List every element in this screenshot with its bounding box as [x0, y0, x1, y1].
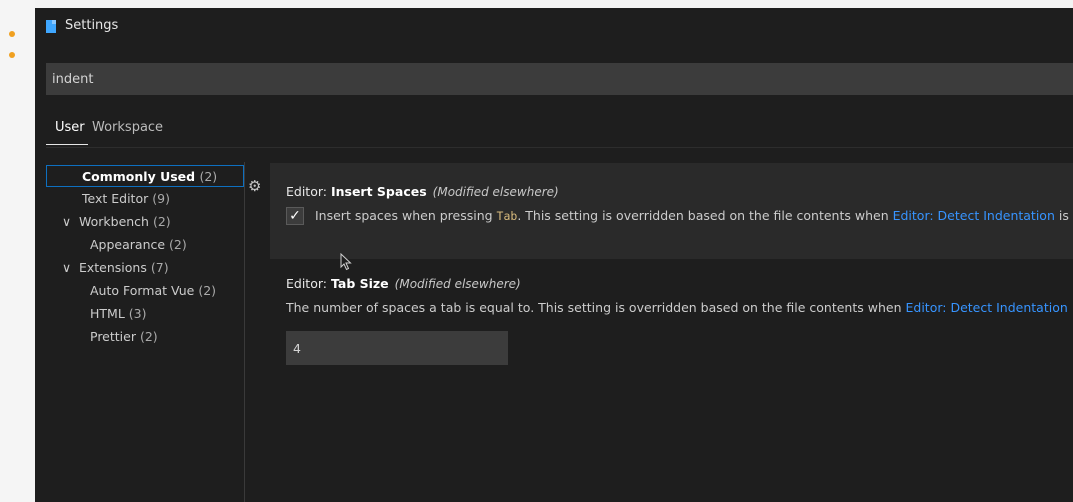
mouse-cursor-icon [340, 253, 352, 271]
file-icon [46, 20, 56, 33]
modified-elsewhere-note: (Modified elsewhere) [432, 185, 559, 199]
tab-size-input[interactable] [286, 331, 508, 365]
description-text: The number of spaces a tab is equal to. … [286, 300, 906, 315]
tab-workspace[interactable]: Workspace [92, 120, 163, 135]
settings-toc-tree: Commonly Used (2) Text Editor (9) ∨ Work… [46, 162, 245, 502]
description-text: . This setting is overridden based on th… [517, 208, 893, 223]
setting-name: Tab Size [330, 276, 389, 291]
chevron-down-icon: ∨ [62, 214, 72, 229]
code-token: Tab [496, 209, 518, 223]
checkmark-icon: ✓ [289, 208, 301, 224]
toc-item-appearance[interactable]: Appearance (2) [90, 234, 187, 256]
toc-item-count: (9) [152, 191, 170, 206]
setting-category: Editor: [286, 276, 331, 291]
toc-item-label: Workbench [78, 214, 149, 229]
setting-category: Editor: [286, 184, 331, 199]
setting-insert-spaces-description: Insert spaces when pressing Tab. This se… [315, 208, 1069, 223]
toc-item-label: Auto Format Vue [90, 283, 195, 298]
toc-item-count: (7) [150, 260, 169, 275]
toc-item-count: (2) [199, 169, 218, 184]
toc-item-count: (3) [128, 306, 147, 321]
setting-tab-size-title: Editor: Tab Size (Modified elsewhere) [286, 276, 521, 291]
left-strip-dot [9, 52, 15, 58]
toc-item-extensions[interactable]: ∨ Extensions (7) [62, 257, 169, 279]
modified-elsewhere-note: (Modified elsewhere) [394, 277, 521, 291]
toc-item-count: (2) [198, 283, 217, 298]
detect-indentation-link[interactable]: Editor: Detect Indentation [893, 208, 1055, 223]
toc-item-label: Appearance [90, 237, 166, 252]
toc-item-label: Text Editor [82, 191, 149, 206]
toc-item-text-editor[interactable]: Text Editor (9) [82, 188, 170, 210]
toc-item-label: Extensions [78, 260, 147, 275]
active-tab-indicator [46, 144, 88, 145]
tabs-divider [46, 147, 1073, 148]
toc-item-label: Prettier [90, 329, 136, 344]
settings-search-input[interactable] [46, 63, 1073, 95]
toc-item-label: Commonly Used [82, 169, 196, 184]
toc-item-count: (2) [169, 237, 187, 252]
title-bar: Settings [35, 8, 1073, 46]
settings-window: Settings User Workspace Commonly Used (2… [35, 8, 1073, 502]
setting-name: Insert Spaces [330, 184, 427, 199]
left-strip [0, 0, 35, 502]
toc-item-html[interactable]: HTML (3) [90, 303, 147, 325]
description-text: Insert spaces when pressing [315, 208, 497, 223]
description-text: is [1054, 208, 1069, 223]
gear-icon[interactable]: ⚙ [248, 177, 261, 195]
toc-item-prettier[interactable]: Prettier (2) [90, 326, 158, 348]
toc-item-commonly-used[interactable]: Commonly Used (2) [46, 165, 244, 187]
toc-item-count: (2) [139, 329, 158, 344]
left-strip-dot [9, 31, 15, 37]
toc-item-auto-format-vue[interactable]: Auto Format Vue (2) [90, 280, 216, 302]
toc-item-workbench[interactable]: ∨ Workbench (2) [62, 211, 171, 233]
window-title: Settings [65, 18, 119, 33]
detect-indentation-link[interactable]: Editor: Detect Indentation [905, 300, 1067, 315]
chevron-down-icon: ∨ [62, 260, 72, 275]
setting-insert-spaces-title: Editor: Insert Spaces (Modified elsewhere… [286, 184, 559, 199]
toc-item-count: (2) [152, 214, 171, 229]
toc-item-label: HTML [90, 306, 125, 321]
setting-tab-size-description: The number of spaces a tab is equal to. … [286, 300, 1068, 315]
tab-user[interactable]: User [55, 120, 85, 135]
insert-spaces-checkbox[interactable]: ✓ [286, 207, 304, 225]
